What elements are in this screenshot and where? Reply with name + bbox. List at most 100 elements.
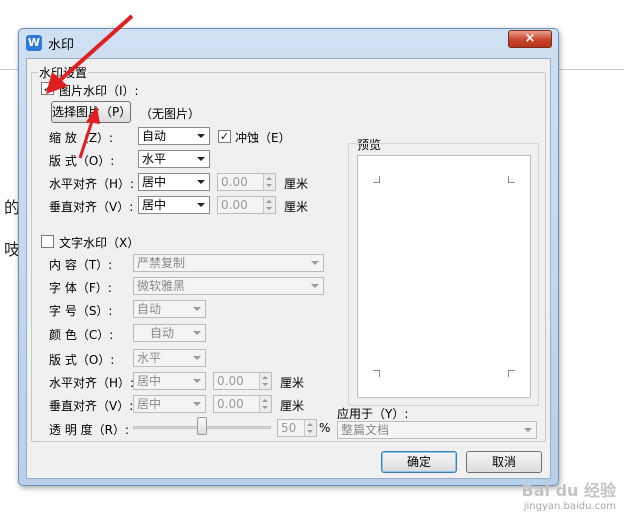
margin-corner-marker — [373, 370, 380, 377]
text-halign-unit: 厘米 — [280, 376, 305, 390]
scale-value: 自动 — [142, 129, 167, 143]
picture-halign-select[interactable]: 居中 — [138, 173, 210, 191]
spinner-buttons[interactable] — [259, 396, 271, 412]
picture-valign-unit: 厘米 — [284, 200, 309, 214]
chevron-down-icon — [197, 134, 205, 138]
color-value: 自动 — [150, 326, 175, 340]
text-watermark-label: 文字水印（X） — [59, 236, 140, 250]
spin-down-icon — [266, 207, 272, 210]
apply-to-select[interactable]: 整篇文档 — [337, 421, 537, 439]
chevron-down-icon — [197, 180, 205, 184]
content-label: 内 容（T）: — [49, 258, 113, 272]
picture-watermark-checkbox[interactable]: ✓ — [41, 82, 54, 95]
close-button[interactable]: × — [508, 30, 552, 48]
chevron-down-icon — [197, 157, 205, 161]
margin-corner-marker — [373, 176, 380, 183]
spinner-buttons[interactable] — [263, 197, 275, 213]
color-select[interactable]: 自动 — [133, 324, 206, 342]
chevron-down-icon — [524, 428, 532, 432]
content-select[interactable]: 严禁复制 — [133, 254, 324, 272]
chevron-down-icon — [197, 203, 205, 207]
spin-up-icon — [266, 177, 272, 180]
font-value: 微软雅黑 — [137, 279, 186, 293]
spinner-buttons[interactable] — [259, 373, 271, 389]
opacity-number: 50 — [281, 421, 297, 435]
text-halign-spinner[interactable]: 0.00 — [213, 372, 272, 390]
spin-down-icon — [262, 383, 268, 386]
chevron-down-icon — [311, 284, 319, 288]
size-value: 自动 — [137, 302, 162, 316]
ok-button[interactable]: 确定 — [381, 451, 457, 473]
spin-down-icon — [266, 184, 272, 187]
washout-label: 冲蚀（E） — [235, 131, 291, 145]
picture-valign-select[interactable]: 居中 — [138, 196, 210, 214]
font-select[interactable]: 微软雅黑 — [133, 277, 324, 295]
chevron-down-icon — [311, 261, 319, 265]
text-valign-spinner[interactable]: 0.00 — [213, 395, 272, 413]
apply-to-value: 整篇文档 — [341, 423, 390, 437]
spin-up-icon — [262, 376, 268, 379]
picture-halign-number: 0.00 — [221, 175, 248, 189]
text-layout-value: 水平 — [137, 351, 162, 365]
preview-page — [357, 155, 531, 398]
title-bar[interactable]: W 水印 × — [19, 29, 558, 56]
picture-valign-label: 垂直对齐（V）: — [49, 200, 134, 214]
color-label: 颜 色（C）: — [49, 328, 114, 342]
chevron-down-icon — [193, 379, 201, 383]
select-picture-button[interactable]: 选择图片（P） — [51, 101, 131, 123]
chevron-down-icon — [193, 307, 201, 311]
picture-watermark-label: 图片水印（I）: — [59, 84, 139, 98]
spin-down-icon — [307, 430, 313, 433]
scale-label: 缩 放（Z）: — [49, 131, 114, 145]
picture-layout-label: 版 式（O）: — [49, 154, 115, 168]
text-halign-label: 水平对齐（H）: — [49, 376, 135, 390]
dialog-body: 水印设置 ✓ 图片水印（I）: 选择图片（P） （无图片） 缩 放（Z）: 自动… — [26, 58, 551, 479]
window-title: 水印 — [48, 38, 75, 53]
picture-halign-value: 居中 — [142, 175, 167, 189]
picture-valign-value: 居中 — [142, 198, 167, 212]
picture-layout-select[interactable]: 水平 — [138, 150, 210, 168]
picture-layout-value: 水平 — [142, 152, 167, 166]
text-halign-select[interactable]: 居中 — [133, 372, 206, 390]
text-watermark-checkbox[interactable] — [41, 235, 54, 248]
opacity-spinner[interactable]: 50 — [277, 419, 317, 437]
picture-valign-spinner[interactable]: 0.00 — [217, 196, 276, 214]
picture-status: （无图片） — [140, 107, 201, 121]
scale-select[interactable]: 自动 — [138, 127, 210, 145]
picture-halign-unit: 厘米 — [284, 177, 309, 191]
site-watermark: Bai du 经验 jingyan.baidu.com — [522, 477, 616, 512]
spin-up-icon — [307, 423, 313, 426]
text-valign-label: 垂直对齐（V）: — [49, 399, 134, 413]
washout-checkbox[interactable]: ✓ — [218, 130, 231, 143]
spin-down-icon — [262, 406, 268, 409]
text-layout-label: 版 式（O）: — [49, 353, 115, 367]
opacity-unit: % — [319, 421, 331, 435]
margin-corner-marker — [508, 176, 515, 183]
chevron-down-icon — [193, 356, 201, 360]
picture-valign-number: 0.00 — [221, 198, 248, 212]
group-title: 水印设置 — [38, 64, 89, 81]
text-halign-number: 0.00 — [217, 374, 244, 388]
watermark-url: jingyan.baidu.com — [523, 501, 616, 512]
apply-to-label: 应用于（Y）: — [337, 407, 409, 421]
spin-up-icon — [266, 200, 272, 203]
spinner-buttons[interactable] — [263, 174, 275, 190]
text-halign-value: 居中 — [137, 374, 162, 388]
chevron-down-icon — [193, 331, 201, 335]
text-valign-number: 0.00 — [217, 397, 244, 411]
text-valign-unit: 厘米 — [280, 399, 305, 413]
content-value: 严禁复制 — [137, 256, 186, 270]
opacity-slider-thumb[interactable] — [197, 417, 207, 435]
cancel-button[interactable]: 取消 — [466, 451, 542, 473]
wps-app-icon: W — [26, 35, 42, 51]
text-valign-select[interactable]: 居中 — [133, 395, 206, 413]
size-select[interactable]: 自动 — [133, 300, 206, 318]
chevron-down-icon — [193, 402, 201, 406]
size-label: 字 号（S）: — [49, 304, 113, 318]
text-layout-select[interactable]: 水平 — [133, 349, 206, 367]
spinner-buttons[interactable] — [304, 420, 316, 436]
picture-halign-spinner[interactable]: 0.00 — [217, 173, 276, 191]
text-valign-value: 居中 — [137, 397, 162, 411]
watermark-dialog: W 水印 × 水印设置 ✓ 图片水印（I）: 选择图片（P） （无图片） 缩 放… — [18, 28, 559, 486]
font-label: 字 体（F）: — [49, 281, 112, 295]
